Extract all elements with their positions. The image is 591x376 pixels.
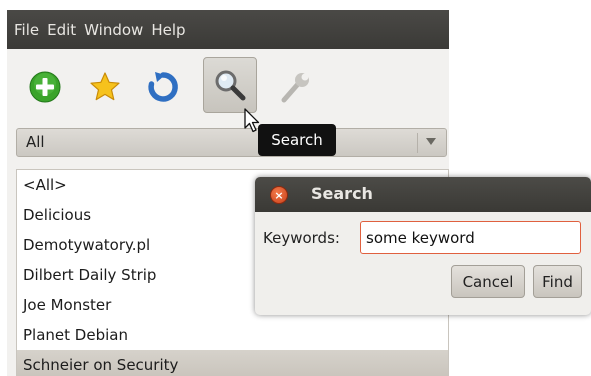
menu-file[interactable]: File: [14, 21, 39, 39]
mouse-cursor-icon: [244, 108, 260, 133]
add-icon: [29, 71, 61, 103]
find-button[interactable]: Find: [533, 265, 582, 298]
feed-filter-dropdown[interactable]: All: [16, 128, 447, 157]
search-icon: [215, 70, 246, 101]
chevron-down-icon: [426, 138, 436, 145]
keywords-input[interactable]: [360, 221, 581, 254]
refresh-icon: [148, 72, 178, 102]
menu-edit[interactable]: Edit: [47, 21, 76, 39]
search-button[interactable]: [203, 57, 257, 113]
close-icon[interactable]: ×: [270, 186, 288, 204]
menu-window[interactable]: Window: [84, 21, 143, 39]
dropdown-separator: [417, 133, 418, 153]
keywords-label: Keywords:: [263, 229, 340, 247]
feed-item-planet-debian[interactable]: Planet Debian: [17, 320, 448, 350]
favorite-button[interactable]: [79, 61, 131, 113]
add-button[interactable]: [19, 61, 71, 113]
search-dialog: × Search Keywords: Cancel Find: [255, 177, 591, 315]
refresh-button[interactable]: [137, 61, 189, 113]
wrench-icon: [281, 73, 309, 103]
dialog-titlebar: × Search: [255, 177, 591, 212]
cancel-button[interactable]: Cancel: [451, 265, 525, 298]
menu-help[interactable]: Help: [151, 21, 185, 39]
search-tooltip: Search: [258, 124, 336, 156]
dialog-title: Search: [311, 184, 373, 203]
menu-bar: File Edit Window Help: [7, 10, 449, 49]
toolbar: [7, 49, 449, 125]
feed-item-schneier[interactable]: Schneier on Security: [17, 350, 448, 376]
preferences-button[interactable]: [269, 61, 321, 113]
star-icon: [90, 72, 120, 101]
feed-filter-value: All: [26, 133, 45, 151]
